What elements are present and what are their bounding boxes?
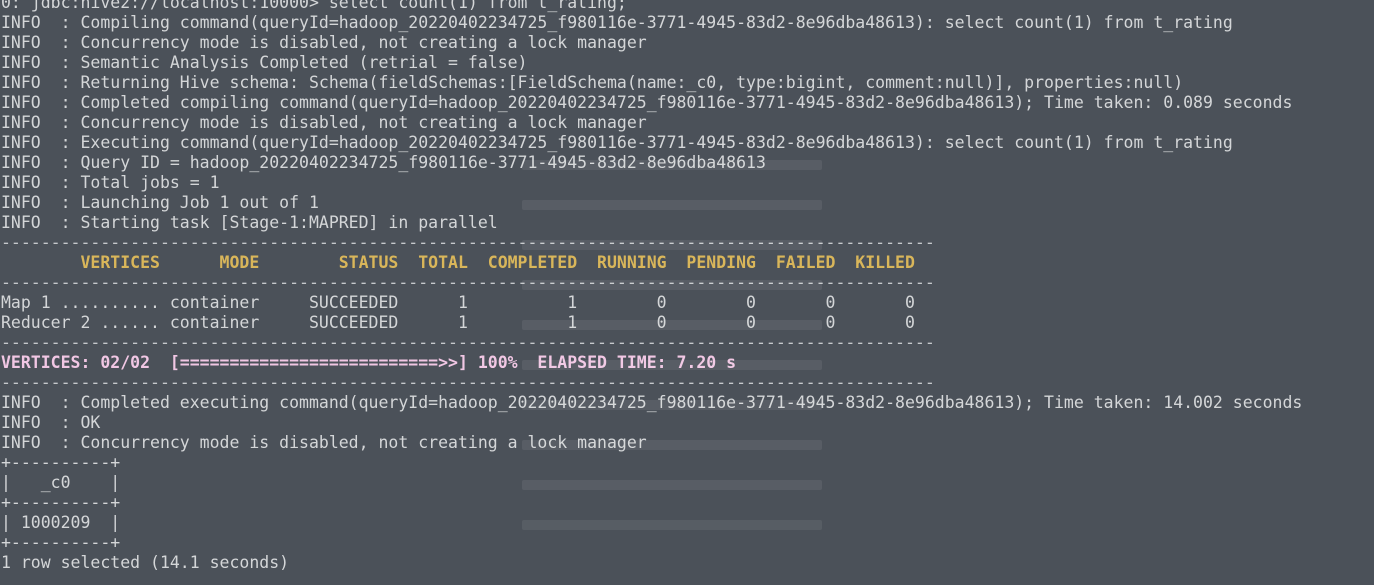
terminal-line: Reducer 2 ...... container SUCCEEDED 1 1… xyxy=(1,313,915,332)
terminal-window[interactable]: 0: jdbc:hive2://localhost:10000> select … xyxy=(0,0,1374,585)
terminal-line: INFO : Executing command(queryId=hadoop_… xyxy=(1,133,1233,152)
terminal-line: INFO : Completed executing command(query… xyxy=(1,393,1303,412)
terminal-line: +----------+ xyxy=(1,453,121,472)
terminal-line: Map 1 .......... container SUCCEEDED 1 1… xyxy=(1,293,915,312)
terminal-output: 0: jdbc:hive2://localhost:10000> select … xyxy=(1,0,1374,573)
terminal-line: INFO : Concurrency mode is disabled, not… xyxy=(1,33,647,52)
terminal-line: INFO : OK xyxy=(1,413,101,432)
terminal-line: INFO : Compiling command(queryId=hadoop_… xyxy=(1,13,1233,32)
terminal-line: INFO : Query ID = hadoop_20220402234725_… xyxy=(1,153,766,172)
terminal-line: INFO : Concurrency mode is disabled, not… xyxy=(1,113,647,132)
terminal-line: +----------+ xyxy=(1,493,121,512)
terminal-line: | _c0 | xyxy=(1,473,121,492)
separator-line: ----------------------------------------… xyxy=(1,273,935,292)
terminal-line: INFO : Total jobs = 1 xyxy=(1,173,220,192)
terminal-line: INFO : Completed compiling command(query… xyxy=(1,93,1293,112)
terminal-line: INFO : Semantic Analysis Completed (retr… xyxy=(1,53,528,72)
vertices-table-header: VERTICES MODE STATUS TOTAL COMPLETED RUN… xyxy=(1,253,915,272)
terminal-line: INFO : Concurrency mode is disabled, not… xyxy=(1,433,647,452)
separator-line: ----------------------------------------… xyxy=(1,233,935,252)
terminal-line: INFO : Returning Hive schema: Schema(fie… xyxy=(1,73,1184,92)
terminal-line: | 1000209 | xyxy=(1,513,121,532)
separator-line: ----------------------------------------… xyxy=(1,333,935,352)
command-prompt-line: 0: jdbc:hive2://localhost:10000> select … xyxy=(1,0,627,12)
progress-status-line: VERTICES: 02/02 [=======================… xyxy=(1,353,737,372)
terminal-line: +----------+ xyxy=(1,533,121,552)
separator-line: ----------------------------------------… xyxy=(1,373,935,392)
terminal-line: INFO : Launching Job 1 out of 1 xyxy=(1,193,319,212)
terminal-line: INFO : Starting task [Stage-1:MAPRED] in… xyxy=(1,213,498,232)
terminal-line: 1 row selected (14.1 seconds) xyxy=(1,553,290,572)
